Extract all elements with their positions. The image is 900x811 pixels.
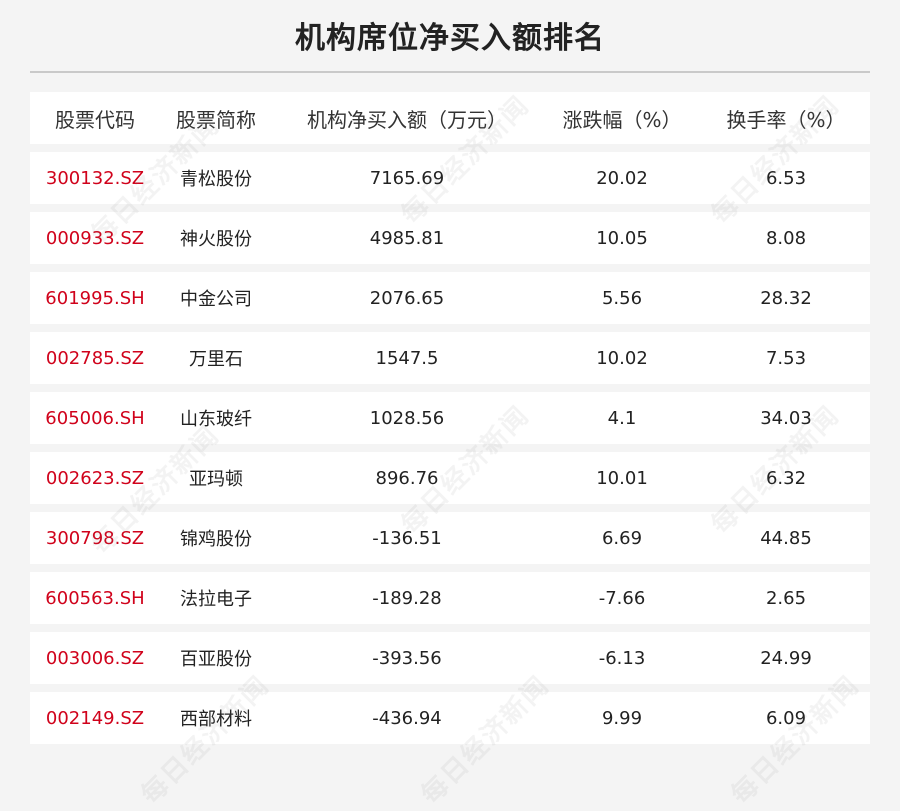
stock-code: 002149.SZ [45,707,145,729]
change-value: 10.02 [596,347,648,369]
net-buy-value: -436.94 [372,707,442,729]
turnover-value: 34.03 [760,407,812,429]
header-change: 涨跌幅（%） [562,107,682,132]
table-row: 605006.SH 山东玻纤 1028.56 4.1 34.03 [30,392,870,444]
table-row: 600563.SH 法拉电子 -189.28 -7.66 2.65 [30,572,870,624]
stock-name: 神火股份 [180,229,252,250]
turnover-value: 24.99 [760,647,812,669]
ranking-table: 股票代码 股票简称 机构净买入额（万元） 涨跌幅（%） 换手率（%） 30013… [30,92,870,752]
header-stock-name: 股票简称 [176,107,256,132]
table-row: 002785.SZ 万里石 1547.5 10.02 7.53 [30,332,870,384]
net-buy-value: -189.28 [372,587,442,609]
header-stock-code: 股票代码 [55,107,135,132]
title-divider [30,71,870,73]
change-value: 5.56 [601,287,643,309]
stock-name: 百亚股份 [180,649,252,670]
table-row: 601995.SH 中金公司 2076.65 5.56 28.32 [30,272,870,324]
turnover-value: 6.09 [765,707,807,729]
header-net-buy: 机构净买入额（万元） [307,107,507,132]
stock-name: 西部材料 [180,709,252,730]
stock-name: 万里石 [189,349,243,370]
stock-code: 605006.SH [45,407,145,429]
turnover-value: 8.08 [765,227,807,249]
turnover-value: 6.32 [765,467,807,489]
net-buy-value: -393.56 [372,647,442,669]
stock-name: 青松股份 [180,169,252,190]
net-buy-value: 1547.5 [375,347,439,369]
stock-name: 亚玛顿 [189,469,243,490]
stock-code: 003006.SZ [45,647,145,669]
stock-code: 000933.SZ [45,227,145,249]
page-title: 机构席位净买入额排名 [295,21,605,56]
net-buy-value: 1028.56 [369,407,445,429]
change-value: 4.1 [607,407,637,429]
table-row: 300798.SZ 锦鸡股份 -136.51 6.69 44.85 [30,512,870,564]
table-row: 003006.SZ 百亚股份 -393.56 -6.13 24.99 [30,632,870,684]
net-buy-value: 7165.69 [369,167,445,189]
table-header-row: 股票代码 股票简称 机构净买入额（万元） 涨跌幅（%） 换手率（%） [30,92,870,144]
stock-name: 中金公司 [180,289,252,310]
net-buy-value: 896.76 [375,467,439,489]
stock-code: 601995.SH [45,287,145,309]
change-value: 10.01 [596,467,648,489]
header-turnover: 换手率（%） [726,107,846,132]
stock-name: 锦鸡股份 [180,529,252,550]
turnover-value: 2.65 [765,587,807,609]
table-row: 002149.SZ 西部材料 -436.94 9.99 6.09 [30,692,870,744]
stock-name: 法拉电子 [180,589,252,610]
turnover-value: 6.53 [765,167,807,189]
change-value: 9.99 [601,707,643,729]
table-row: 300132.SZ 青松股份 7165.69 20.02 6.53 [30,152,870,204]
change-value: -7.66 [598,587,646,609]
change-value: 6.69 [601,527,643,549]
stock-code: 002623.SZ [45,467,145,489]
turnover-value: 28.32 [760,287,812,309]
stock-code: 002785.SZ [45,347,145,369]
table-row: 002623.SZ 亚玛顿 896.76 10.01 6.32 [30,452,870,504]
stock-code: 300798.SZ [45,527,145,549]
net-buy-value: 4985.81 [369,227,445,249]
table-row: 000933.SZ 神火股份 4985.81 10.05 8.08 [30,212,870,264]
net-buy-value: -136.51 [372,527,442,549]
stock-code: 600563.SH [45,587,145,609]
stock-code: 300132.SZ [45,167,145,189]
turnover-value: 44.85 [760,527,812,549]
stock-name: 山东玻纤 [180,409,252,430]
change-value: 20.02 [596,167,648,189]
turnover-value: 7.53 [765,347,807,369]
change-value: 10.05 [596,227,648,249]
change-value: -6.13 [598,647,646,669]
net-buy-value: 2076.65 [369,287,445,309]
